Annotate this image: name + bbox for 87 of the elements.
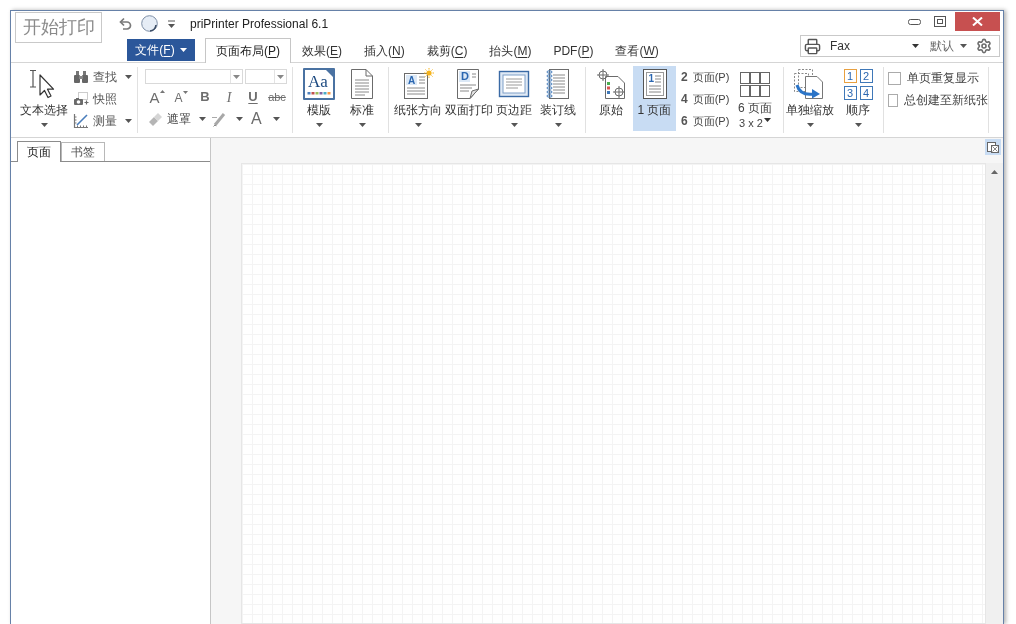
orientation-icon xyxy=(402,68,434,100)
measure-button[interactable]: 测量 xyxy=(73,110,132,132)
icon-letter: A xyxy=(408,76,416,86)
font-color-button[interactable]: A xyxy=(251,108,280,130)
margins-button[interactable]: 页边距 xyxy=(493,66,535,131)
printer-dropdown[interactable]: Fax xyxy=(801,36,922,56)
pages-per-sheet-button[interactable]: 2 页面(P) xyxy=(679,66,733,88)
ribbon-tab[interactable]: 裁剪(C) xyxy=(415,38,479,63)
template-icon xyxy=(303,68,335,100)
caret-icon xyxy=(236,117,243,121)
caret-icon xyxy=(272,117,280,121)
ribbon-tab[interactable]: PDF(P) xyxy=(542,38,605,63)
printer-icon xyxy=(804,37,821,55)
highlighter-icon xyxy=(211,111,227,127)
pages-per-sheet-button[interactable]: 6 页面(P) xyxy=(679,110,733,132)
caret-icon xyxy=(179,48,187,52)
caret-icon xyxy=(199,117,206,121)
camera-icon xyxy=(73,91,89,107)
close-button[interactable] xyxy=(955,12,1000,31)
panel-tab[interactable]: 书签 xyxy=(61,142,105,161)
window-title: priPrinter Professional 6.1 xyxy=(190,15,329,33)
icon-letter: Aa xyxy=(308,73,328,91)
caret-icon xyxy=(277,74,284,79)
mask-button[interactable]: 遮罩 xyxy=(145,108,206,130)
customize-icon[interactable] xyxy=(168,19,175,28)
italic-button[interactable]: I xyxy=(217,86,241,108)
ribbon-tab[interactable]: 效果(E) xyxy=(291,38,354,63)
checkbox[interactable] xyxy=(888,71,901,85)
number-tile: 2 xyxy=(859,68,873,83)
profile-dropdown[interactable]: 默认 xyxy=(930,36,967,56)
pages-icon[interactable] xyxy=(985,139,1001,155)
caret-icon xyxy=(763,118,771,122)
minimize-icon[interactable] xyxy=(908,17,921,26)
bold-button[interactable]: B xyxy=(193,86,217,108)
number-tile: 1 xyxy=(843,68,857,83)
duplex-button[interactable]: D 双面打印 xyxy=(445,66,493,131)
number-tile: 4 xyxy=(859,85,873,100)
underline-button[interactable]: U xyxy=(241,86,265,108)
settings-icon[interactable] xyxy=(976,38,992,54)
icon-letter: D xyxy=(461,71,469,82)
grid-icon xyxy=(739,71,771,98)
orientation-button[interactable]: A 纸张方向 xyxy=(394,66,442,131)
scrollbar[interactable] xyxy=(986,163,1003,624)
binoculars-icon xyxy=(73,69,89,85)
checkbox-label[interactable]: 总创建至新纸张 xyxy=(904,91,988,109)
ribbon-tab[interactable]: 插入(N) xyxy=(353,38,416,63)
standard-button[interactable]: 标准 xyxy=(342,66,382,131)
ribbon-tab[interactable]: 抬头(M) xyxy=(478,38,543,63)
crosshair-page-icon xyxy=(595,68,627,100)
margins-icon xyxy=(498,68,530,100)
circle-icon[interactable] xyxy=(141,15,158,32)
shrink-font-button[interactable]: A xyxy=(169,86,193,108)
original-size-button[interactable]: 原始 xyxy=(594,66,628,131)
undo-icon[interactable] xyxy=(118,16,132,31)
panel-tab[interactable]: 页面 xyxy=(17,141,61,162)
ruler-icon xyxy=(73,113,89,129)
caret-icon xyxy=(233,74,240,79)
print-button[interactable]: 开始打印 xyxy=(15,12,102,43)
gutter-button[interactable]: 装订线 xyxy=(537,66,579,131)
six-pages-button[interactable]: 6 页面 3 x 2 xyxy=(735,66,775,131)
scroll-up-icon[interactable] xyxy=(991,170,998,174)
one-page-button[interactable]: 1 1 页面 xyxy=(633,66,676,131)
ribbon-tab[interactable]: 查看(W) xyxy=(604,38,670,63)
pages-per-sheet-button[interactable]: 4 页面(P) xyxy=(679,88,733,110)
font-size-field[interactable] xyxy=(245,69,287,84)
font-field[interactable] xyxy=(145,69,243,84)
restore-icon[interactable] xyxy=(934,16,946,27)
ribbon-tab[interactable]: 页面布局(P) xyxy=(205,38,291,63)
checkbox-label[interactable]: 单页重复显示 xyxy=(907,69,979,87)
icon-letter: 1 xyxy=(648,74,655,84)
scale-button[interactable]: 单独缩放 xyxy=(786,66,834,131)
text-select-button[interactable]: 文本选择 xyxy=(18,66,70,131)
caret-down-icon xyxy=(182,91,188,94)
strikethrough-button[interactable]: abc xyxy=(265,86,289,108)
caret-icon xyxy=(960,44,967,48)
number-tile: 3 xyxy=(843,85,857,100)
close-icon xyxy=(972,17,983,26)
grow-font-button[interactable]: A xyxy=(145,86,169,108)
checkbox[interactable] xyxy=(888,93,898,107)
caret-icon xyxy=(912,44,919,48)
find-button[interactable]: 查找 xyxy=(73,66,132,88)
file-menu-button[interactable]: 文件(F) xyxy=(127,39,195,61)
eraser-icon xyxy=(148,111,163,127)
snapshot-button[interactable]: 快照 xyxy=(73,88,132,110)
order-button[interactable]: 1 2 3 4 顺序 xyxy=(840,66,876,131)
template-button[interactable]: Aa 模版 xyxy=(299,66,339,131)
caret-up-icon xyxy=(159,90,165,93)
